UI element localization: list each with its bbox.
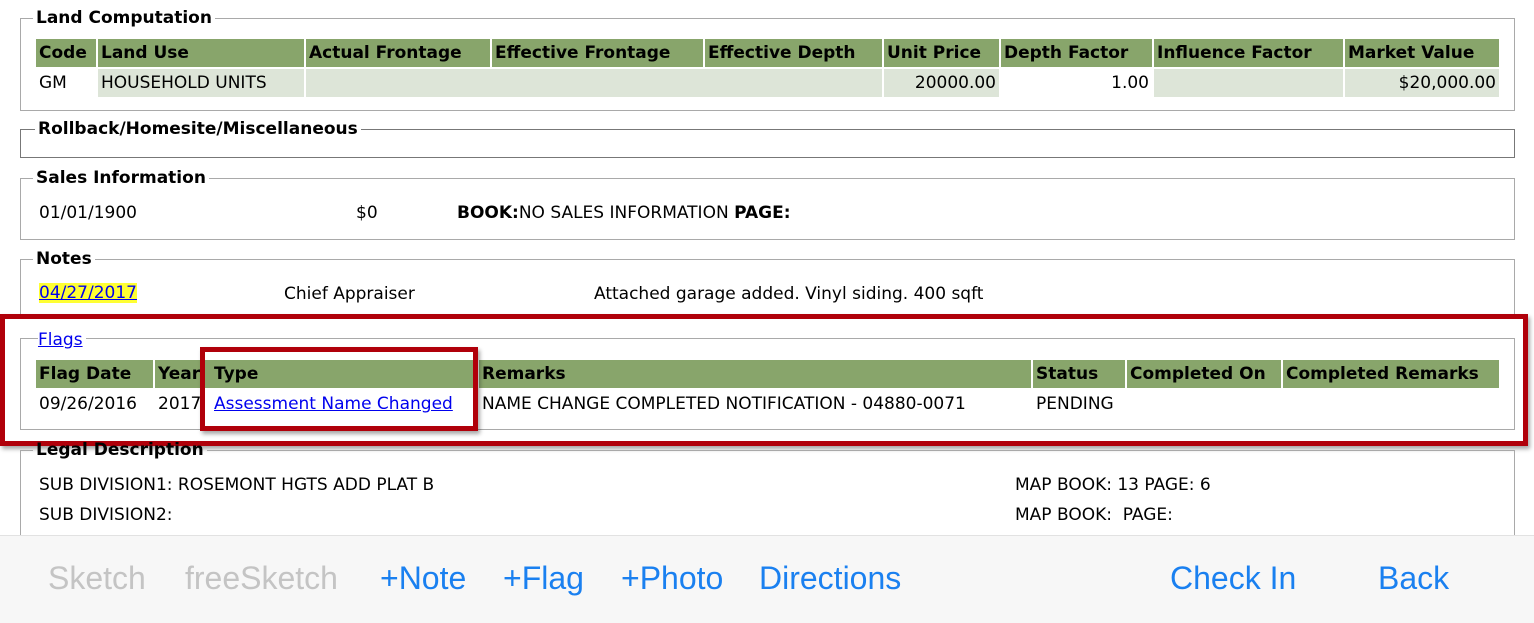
land-header-effective-depth: Effective Depth	[705, 39, 882, 67]
legal-subdivision1: SUB DIVISION1: ROSEMONT HGTS ADD PLAT B	[39, 475, 435, 495]
add-flag-button[interactable]: +Flag	[503, 558, 584, 598]
land-computation-legend: Land Computation	[36, 8, 212, 28]
type-highlight-box	[200, 347, 478, 431]
land-cell-frontage-depth	[306, 69, 882, 97]
bottom-toolbar: Sketch freeSketch +Note +Flag +Photo Dir…	[0, 535, 1534, 623]
land-cell-influence-factor	[1154, 69, 1343, 97]
land-header-unit-price: Unit Price	[884, 39, 999, 67]
rollback-legend: Rollback/Homesite/Miscellaneous	[38, 119, 358, 139]
sales-date: 01/01/1900	[39, 203, 137, 223]
legal-map-book2: MAP BOOK: PAGE:	[1015, 505, 1173, 525]
note-date-link[interactable]: 04/27/2017	[39, 283, 137, 303]
land-header-influence-factor: Influence Factor	[1154, 39, 1343, 67]
note-text: Attached garage added. Vinyl siding. 400…	[594, 284, 984, 304]
sales-book: BOOK:NO SALES INFORMATION PAGE:	[457, 203, 791, 223]
sales-legend: Sales Information	[36, 168, 206, 188]
sales-book-value: NO SALES INFORMATION	[518, 203, 729, 223]
legal-legend: Legal Description	[36, 440, 204, 460]
land-cell-code: GM	[39, 73, 67, 93]
legal-subdivision2: SUB DIVISION2:	[39, 505, 173, 525]
land-header-market-value: Market Value	[1345, 39, 1499, 67]
land-cell-market-value: $20,000.00	[1345, 69, 1499, 97]
notes-legend: Notes	[36, 249, 92, 269]
sketch-button[interactable]: Sketch	[48, 558, 146, 598]
directions-button[interactable]: Directions	[759, 558, 901, 598]
back-button[interactable]: Back	[1378, 558, 1449, 598]
freesketch-button[interactable]: freeSketch	[185, 558, 338, 598]
note-author: Chief Appraiser	[284, 284, 415, 304]
land-header-land-use: Land Use	[98, 39, 304, 67]
land-cell-land-use: HOUSEHOLD UNITS	[98, 69, 304, 97]
land-cell-depth-factor: 1.00	[1111, 73, 1149, 93]
legal-map-book1: MAP BOOK: 13 PAGE: 6	[1015, 475, 1211, 495]
land-header-actual-frontage: Actual Frontage	[306, 39, 490, 67]
add-note-button[interactable]: +Note	[380, 558, 466, 598]
sales-price: $0	[356, 203, 378, 223]
check-in-button[interactable]: Check In	[1170, 558, 1296, 598]
land-cell-unit-price: 20000.00	[884, 69, 999, 97]
sales-page-label: PAGE:	[734, 203, 791, 223]
rollback-section: Rollback/Homesite/Miscellaneous	[20, 119, 1515, 158]
land-header-effective-frontage: Effective Frontage	[492, 39, 703, 67]
land-header-depth-factor: Depth Factor	[1001, 39, 1152, 67]
land-header-code: Code	[36, 39, 96, 67]
sales-book-label: BOOK:	[457, 203, 519, 223]
add-photo-button[interactable]: +Photo	[621, 558, 723, 598]
